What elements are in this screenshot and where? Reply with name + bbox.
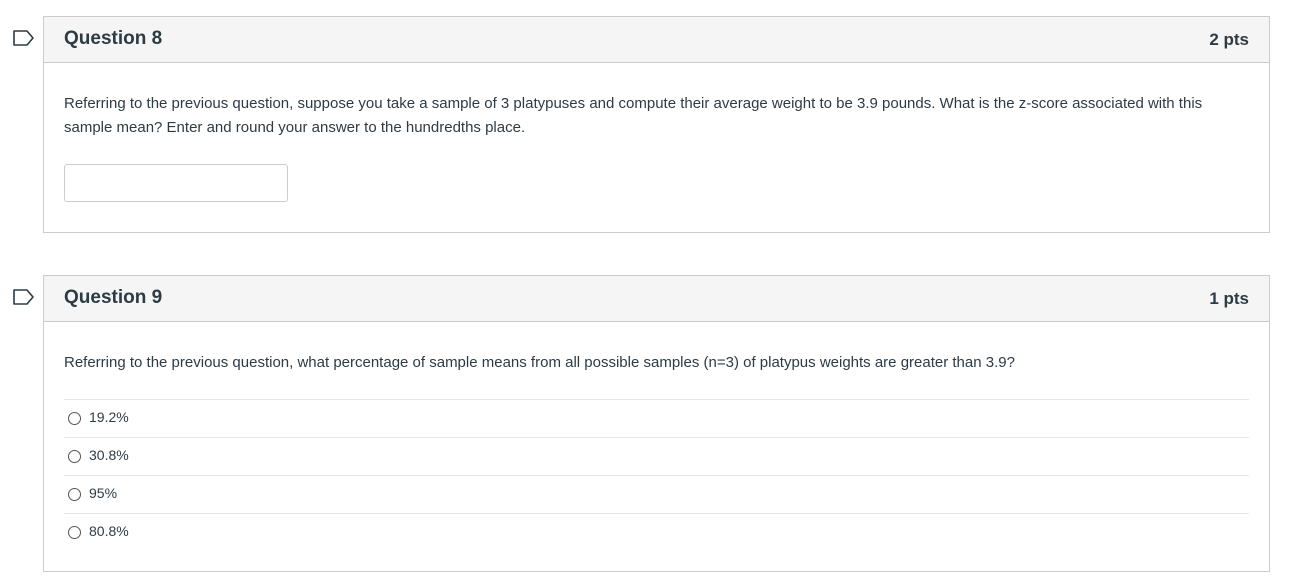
radio-button[interactable] xyxy=(68,412,81,425)
question-8-points: 2 pts xyxy=(1209,30,1249,49)
question-9-header: Question 9 1 pts xyxy=(44,276,1269,322)
question-9-card: Question 9 1 pts Referring to the previo… xyxy=(43,275,1270,572)
question-9-points: 1 pts xyxy=(1209,289,1249,308)
question-8-card: Question 8 2 pts Referring to the previo… xyxy=(43,16,1270,233)
answer-option[interactable]: 30.8% xyxy=(64,437,1249,475)
flag-question-8-icon[interactable] xyxy=(13,30,35,46)
radio-button[interactable] xyxy=(68,450,81,463)
answer-option-label: 30.8% xyxy=(89,447,129,463)
radio-button[interactable] xyxy=(68,488,81,501)
answer-option[interactable]: 80.8% xyxy=(64,513,1249,551)
question-9-text: Referring to the previous question, what… xyxy=(64,354,1015,371)
question-8-header: Question 8 2 pts xyxy=(44,17,1269,63)
answer-option[interactable]: 95% xyxy=(64,475,1249,513)
answer-option-label: 80.8% xyxy=(89,523,129,539)
radio-button[interactable] xyxy=(68,526,81,539)
flag-question-9-icon[interactable] xyxy=(13,289,35,305)
question-8-answer-input[interactable] xyxy=(64,164,288,202)
question-9-title: Question 9 xyxy=(64,287,163,308)
answer-option-label: 95% xyxy=(89,485,118,501)
answer-option-label: 19.2% xyxy=(89,409,129,425)
question-8-text: Referring to the previous question, supp… xyxy=(64,95,1203,136)
question-9-options: 19.2% 30.8% 95% 80.8% xyxy=(64,399,1249,551)
answer-option[interactable]: 19.2% xyxy=(64,399,1249,437)
question-8-title: Question 8 xyxy=(64,28,163,49)
